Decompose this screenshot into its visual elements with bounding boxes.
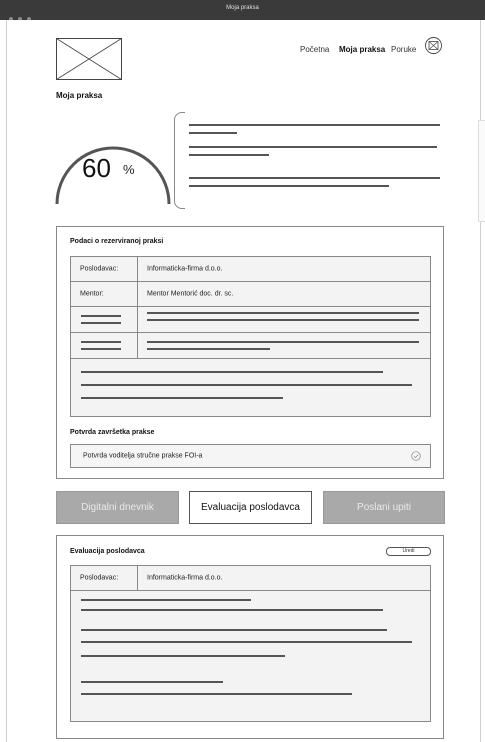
mentor-label: Mentor: [80, 290, 104, 298]
text-placeholder-line [81, 681, 223, 683]
table-row [71, 307, 430, 333]
edit-button[interactable]: Uredi [386, 547, 431, 556]
nav-messages-link[interactable]: Poruke [391, 45, 416, 54]
window-titlebar: Moja praksa [0, 0, 485, 21]
text-placeholder-line [81, 693, 352, 695]
evaluation-table: Poslodavac: Informaticka-firma d.o.o. [70, 565, 431, 722]
nav-home-link[interactable]: Početna [300, 45, 329, 54]
text-placeholder-line [81, 641, 412, 643]
row-label-cell: Poslodavac: [71, 566, 138, 590]
check-circle-icon [411, 451, 421, 461]
employer-label: Poslodavac: [80, 265, 119, 273]
reservation-table: Poslodavac: Informaticka-firma d.o.o. Me… [70, 256, 431, 417]
image-placeholder-icon [56, 38, 122, 80]
progress-ring [55, 146, 171, 204]
row-value-cell: Informaticka-firma d.o.o. [138, 257, 430, 281]
evaluation-card: Evaluacija poslodavca Uredi Poslodavac: … [56, 535, 444, 739]
table-row: Poslodavac: Informaticka-firma d.o.o. [71, 257, 430, 282]
text-placeholder-line [81, 609, 383, 611]
page-title: Moja praksa [56, 91, 103, 100]
text-placeholder-line [81, 384, 412, 386]
reservation-card: Podaci o rezerviranoj praksi Poslodavac:… [56, 226, 444, 479]
text-placeholder-line [189, 124, 440, 126]
employer-evaluation-button[interactable]: Evaluacija poslodavca [189, 491, 312, 524]
sent-inquiries-button[interactable]: Poslani upiti [323, 491, 445, 524]
row-label-cell [71, 333, 138, 358]
text-placeholder-line [189, 132, 237, 134]
text-placeholder-line [81, 397, 283, 399]
text-placeholder-line [147, 348, 270, 350]
row-label-cell: Poslodavac: [71, 257, 138, 281]
text-placeholder-line [81, 322, 121, 324]
eval-employer-label: Poslodavac: [80, 574, 119, 582]
text-placeholder-line [189, 154, 269, 156]
text-placeholder-line [189, 177, 440, 179]
text-placeholder-line [81, 348, 121, 350]
row-value-cell [138, 307, 430, 332]
text-placeholder-line [147, 319, 419, 321]
row-value-cell: Informaticka-firma d.o.o. [138, 566, 430, 590]
digital-diary-button[interactable]: Digitalni dnevnik [56, 491, 179, 524]
mentor-value: Mentor Mentorić doc. dr. sc. [147, 290, 234, 298]
text-placeholder-line [189, 146, 437, 148]
summary-bracket [174, 112, 185, 209]
text-placeholder-line [81, 629, 387, 631]
row-value-cell [138, 333, 430, 358]
text-placeholder-line [147, 341, 419, 343]
row-value-cell: Mentor Mentorić doc. dr. sc. [138, 282, 430, 306]
side-panel-edge [478, 120, 485, 222]
evaluation-title: Evaluacija poslodavca [70, 548, 145, 555]
text-placeholder-line [81, 655, 285, 657]
progress-unit: % [123, 162, 135, 177]
table-row: Mentor: Mentor Mentorić doc. dr. sc. [71, 282, 430, 307]
completion-item[interactable]: Potvrda voditelja stručne prakse FOI-a [70, 444, 431, 468]
eval-employer-value: Informaticka-firma d.o.o. [147, 574, 223, 582]
text-placeholder-line [81, 599, 251, 601]
text-placeholder-line [81, 315, 121, 317]
window-title: Moja praksa [226, 5, 259, 11]
row-label-cell: Mentor: [71, 282, 138, 306]
reservation-title: Podaci o rezerviranoj praksi [70, 238, 164, 245]
nav-my-internship-link[interactable]: Moja praksa [339, 45, 385, 54]
table-row: Poslodavac: Informaticka-firma d.o.o. [71, 566, 430, 591]
mail-icon[interactable] [425, 37, 442, 54]
completion-item-label: Potvrda voditelja stručne prakse FOI-a [83, 452, 203, 460]
employer-value: Informaticka-firma d.o.o. [147, 265, 223, 273]
text-placeholder-line [189, 185, 389, 187]
completion-title: Potvrda završetka prakse [70, 429, 155, 436]
progress-value: 60 [82, 153, 111, 183]
text-placeholder-line [81, 371, 383, 373]
table-row [71, 333, 430, 359]
row-label-cell [71, 307, 138, 332]
text-placeholder-line [147, 312, 419, 314]
text-placeholder-line [81, 341, 121, 343]
